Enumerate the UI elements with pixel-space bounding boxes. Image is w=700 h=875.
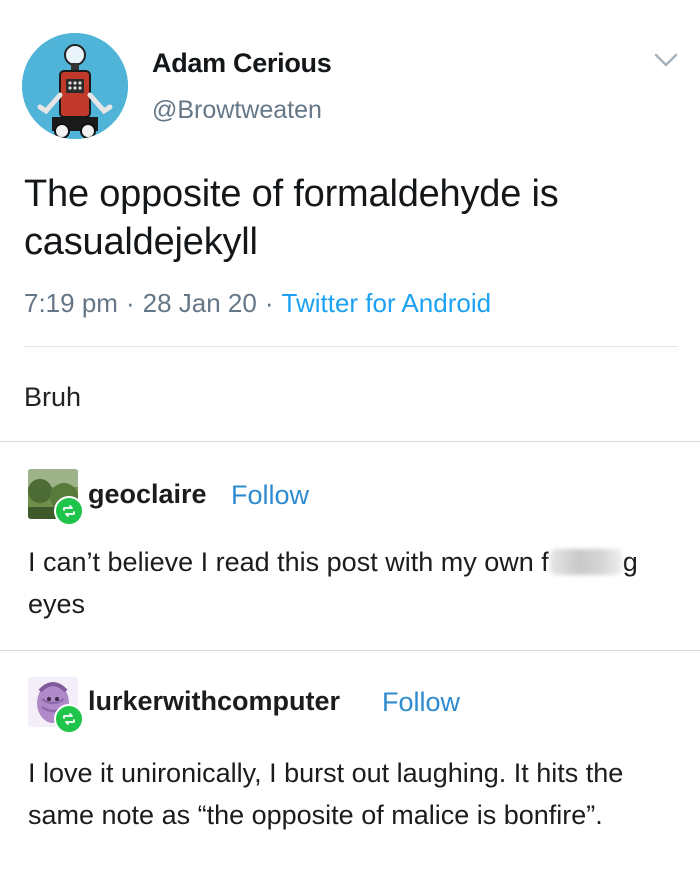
reblog-icon xyxy=(54,704,84,734)
reblog-username[interactable]: lurkerwithcomputer xyxy=(88,686,340,717)
tweet-time[interactable]: 7:19 pm xyxy=(24,288,118,318)
reblog-icon xyxy=(54,496,84,526)
divider xyxy=(0,441,700,442)
reblog-text-part: I can’t believe I read this post with my… xyxy=(28,547,549,577)
follow-button[interactable]: Follow xyxy=(382,687,460,718)
divider xyxy=(0,650,700,651)
chevron-down-icon[interactable] xyxy=(652,50,680,70)
meta-separator: · xyxy=(264,288,274,318)
meta-separator: · xyxy=(125,288,135,318)
tweet-text: The opposite of formaldehyde is casualde… xyxy=(24,173,559,263)
reblog-text: I can’t believe I read this post with my… xyxy=(28,541,668,625)
tweet-source-link[interactable]: Twitter for Android xyxy=(282,288,492,318)
post-caption: Bruh xyxy=(24,382,82,412)
embedded-tweet: Adam Cerious @Browtweaten The opposite o… xyxy=(0,0,700,442)
divider xyxy=(24,346,678,347)
author-handle[interactable]: @Browtweaten xyxy=(152,96,322,125)
censored-word xyxy=(549,549,622,575)
reblog-text: I love it unironically, I burst out laug… xyxy=(28,758,624,830)
reblog-username[interactable]: geoclaire xyxy=(88,479,207,510)
author-name[interactable]: Adam Cerious xyxy=(152,48,332,79)
tweet-meta: 7:19 pm · 28 Jan 20 · Twitter for Android xyxy=(24,288,491,319)
robot-avatar-icon[interactable] xyxy=(22,33,128,139)
tweet-date[interactable]: 28 Jan 20 xyxy=(143,288,257,318)
follow-button[interactable]: Follow xyxy=(231,480,309,511)
